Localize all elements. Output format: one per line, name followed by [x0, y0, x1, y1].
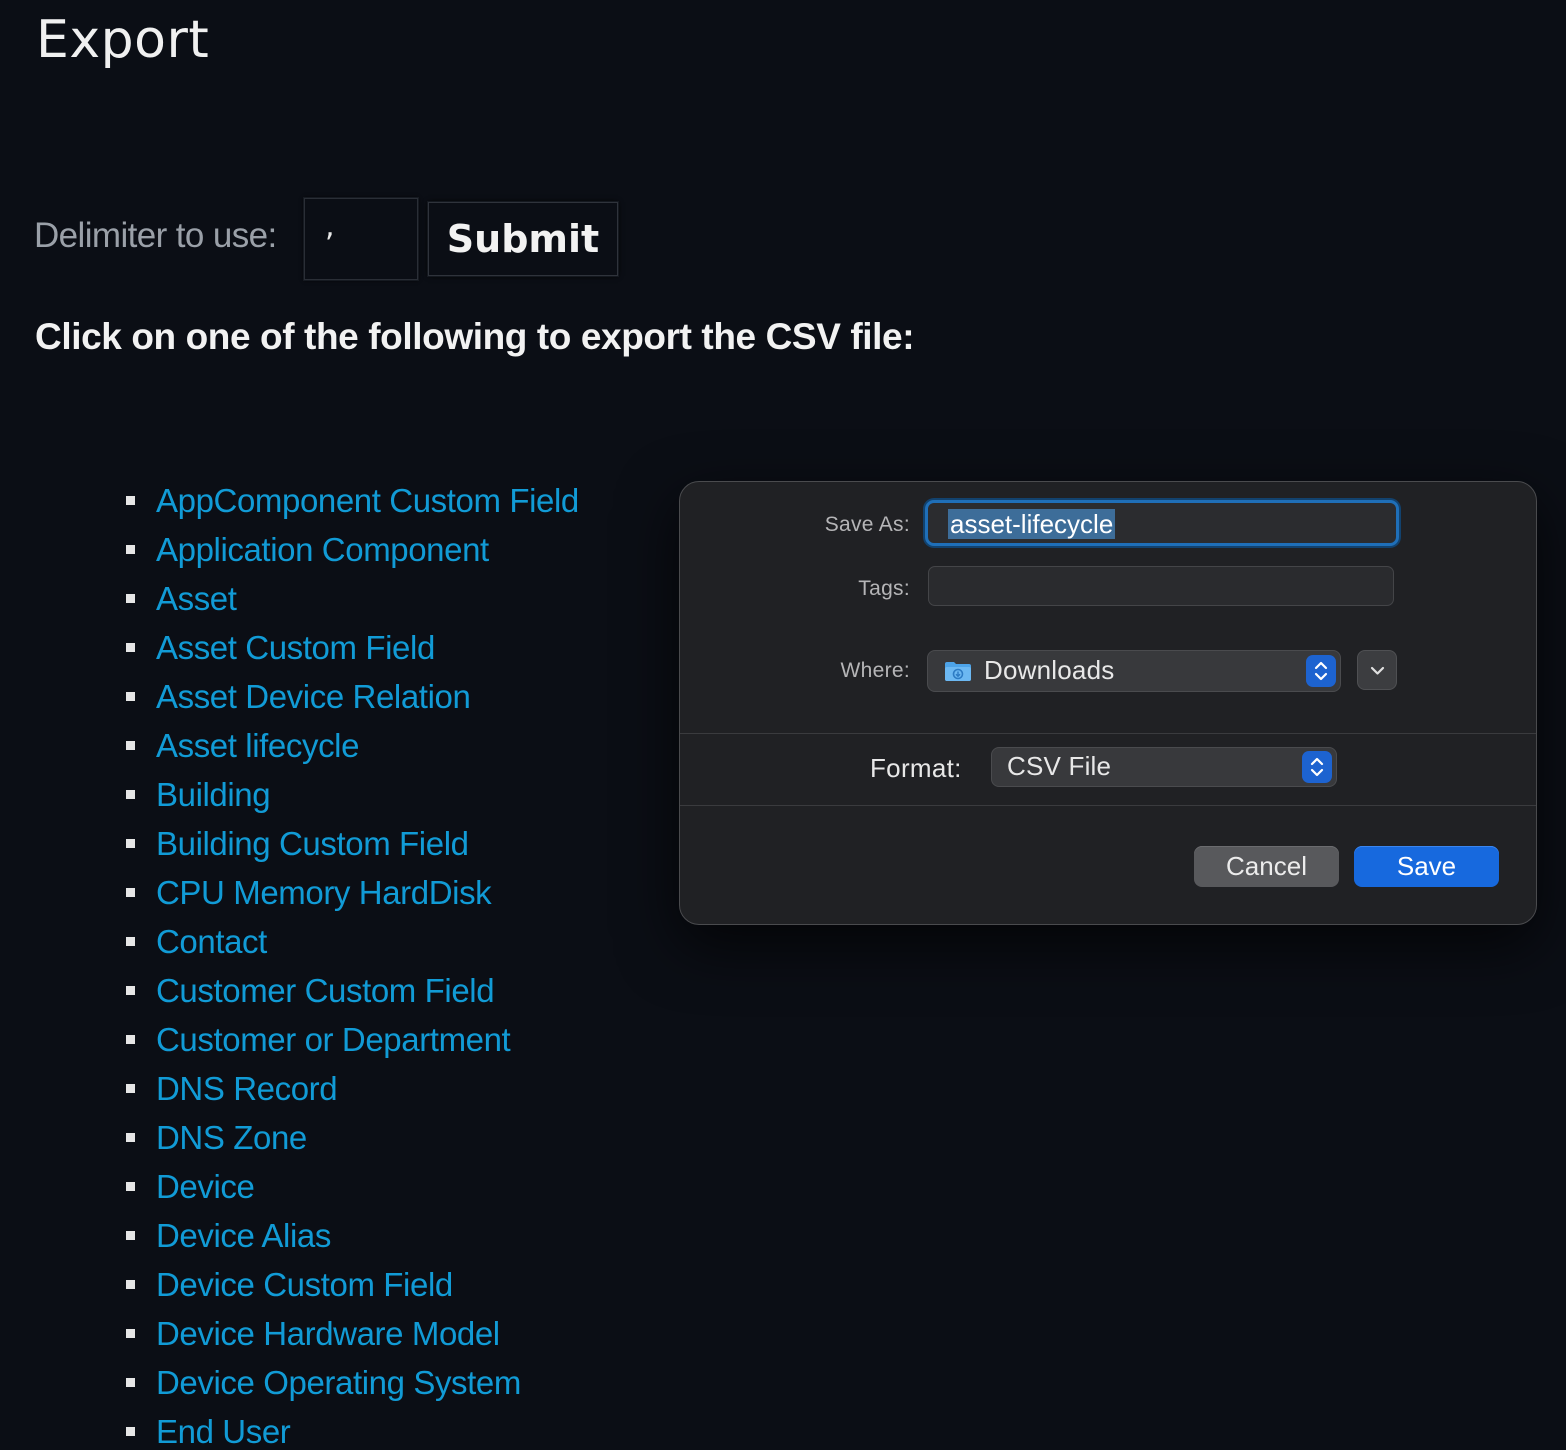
save-as-value: asset-lifecycle [948, 509, 1116, 539]
bullet-icon [126, 1182, 135, 1191]
export-link[interactable]: CPU Memory HardDisk [156, 874, 492, 911]
format-label: Format: [870, 753, 962, 783]
format-select[interactable]: CSV File [991, 747, 1337, 787]
tags-input[interactable] [928, 566, 1394, 606]
save-button[interactable]: Save [1354, 846, 1499, 887]
export-link[interactable]: Device Alias [156, 1217, 331, 1254]
list-item: Device Custom Field [126, 1260, 579, 1309]
tags-label: Tags: [858, 577, 910, 600]
list-item: DNS Zone [126, 1113, 579, 1162]
bullet-icon [126, 1427, 135, 1436]
expand-dialog-button[interactable] [1357, 650, 1397, 690]
bullet-icon [126, 1133, 135, 1142]
list-item: Asset lifecycle [126, 721, 579, 770]
bullet-icon [126, 594, 135, 603]
export-link[interactable]: Device Hardware Model [156, 1315, 500, 1352]
export-link[interactable]: AppComponent Custom Field [156, 482, 579, 519]
export-instruction: Click on one of the following to export … [35, 316, 915, 357]
dialog-divider [680, 733, 1536, 734]
bullet-icon [126, 1035, 135, 1044]
export-link[interactable]: Asset [156, 580, 237, 617]
bullet-icon [126, 1084, 135, 1093]
save-as-input[interactable]: asset-lifecycle [925, 500, 1399, 546]
downloads-folder-icon [944, 660, 972, 682]
format-value: CSV File [1007, 751, 1112, 781]
export-link[interactable]: Asset Device Relation [156, 678, 471, 715]
delimiter-input[interactable]: , [304, 198, 418, 280]
list-item: Device Alias [126, 1211, 579, 1260]
export-link[interactable]: End User [156, 1413, 291, 1450]
list-item: Device Hardware Model [126, 1309, 579, 1358]
bullet-icon [126, 545, 135, 554]
save-as-label: Save As: [824, 513, 910, 536]
bullet-icon [126, 790, 135, 799]
list-item: Device Operating System [126, 1358, 579, 1407]
bullet-icon [126, 496, 135, 505]
dialog-divider [680, 805, 1536, 806]
bullet-icon [126, 937, 135, 946]
submit-button[interactable]: Submit [428, 202, 618, 276]
chevron-down-icon [1370, 666, 1385, 675]
export-link[interactable]: Customer or Department [156, 1021, 511, 1058]
export-link[interactable]: Contact [156, 923, 267, 960]
export-link[interactable]: Device Operating System [156, 1364, 521, 1401]
delimiter-label: Delimiter to use: [34, 216, 277, 255]
list-item: Asset Custom Field [126, 623, 579, 672]
export-list: AppComponent Custom Field Application Com… [126, 476, 579, 1450]
list-item: Customer or Department [126, 1015, 579, 1064]
export-link[interactable]: Application Component [156, 531, 489, 568]
bullet-icon [126, 643, 135, 652]
cancel-button[interactable]: Cancel [1194, 846, 1339, 887]
bullet-icon [126, 1280, 135, 1289]
list-item: AppComponent Custom Field [126, 476, 579, 525]
page-title: Export [36, 10, 210, 70]
where-select[interactable]: Downloads [927, 650, 1341, 692]
list-item: End User [126, 1407, 579, 1450]
list-item: Building [126, 770, 579, 819]
list-item: Asset Device Relation [126, 672, 579, 721]
export-link[interactable]: DNS Zone [156, 1119, 307, 1156]
up-down-chevron-icon [1302, 751, 1332, 783]
export-link[interactable]: Building Custom Field [156, 825, 469, 862]
where-label: Where: [840, 659, 910, 682]
where-value: Downloads [984, 655, 1115, 685]
export-link[interactable]: Device Custom Field [156, 1266, 453, 1303]
export-link[interactable]: Asset Custom Field [156, 629, 435, 666]
list-item: Application Component [126, 525, 579, 574]
bullet-icon [126, 741, 135, 750]
list-item: Contact [126, 917, 579, 966]
bullet-icon [126, 839, 135, 848]
list-item: DNS Record [126, 1064, 579, 1113]
bullet-icon [126, 1329, 135, 1338]
export-link[interactable]: Customer Custom Field [156, 972, 495, 1009]
bullet-icon [126, 692, 135, 701]
export-page: Export Delimiter to use: , Submit Click … [0, 0, 1566, 1450]
up-down-chevron-icon [1306, 655, 1336, 687]
bullet-icon [126, 888, 135, 897]
list-item: Customer Custom Field [126, 966, 579, 1015]
bullet-icon [126, 1378, 135, 1387]
export-link[interactable]: Device [156, 1168, 255, 1205]
save-dialog: Save As: asset-lifecycle Tags: Where: Do… [679, 481, 1537, 925]
list-item: Asset [126, 574, 579, 623]
bullet-icon [126, 986, 135, 995]
export-link[interactable]: Building [156, 776, 271, 813]
export-link[interactable]: Asset lifecycle [156, 727, 359, 764]
bullet-icon [126, 1231, 135, 1240]
export-link[interactable]: DNS Record [156, 1070, 338, 1107]
list-item: Building Custom Field [126, 819, 579, 868]
list-item: Device [126, 1162, 579, 1211]
list-item: CPU Memory HardDisk [126, 868, 579, 917]
